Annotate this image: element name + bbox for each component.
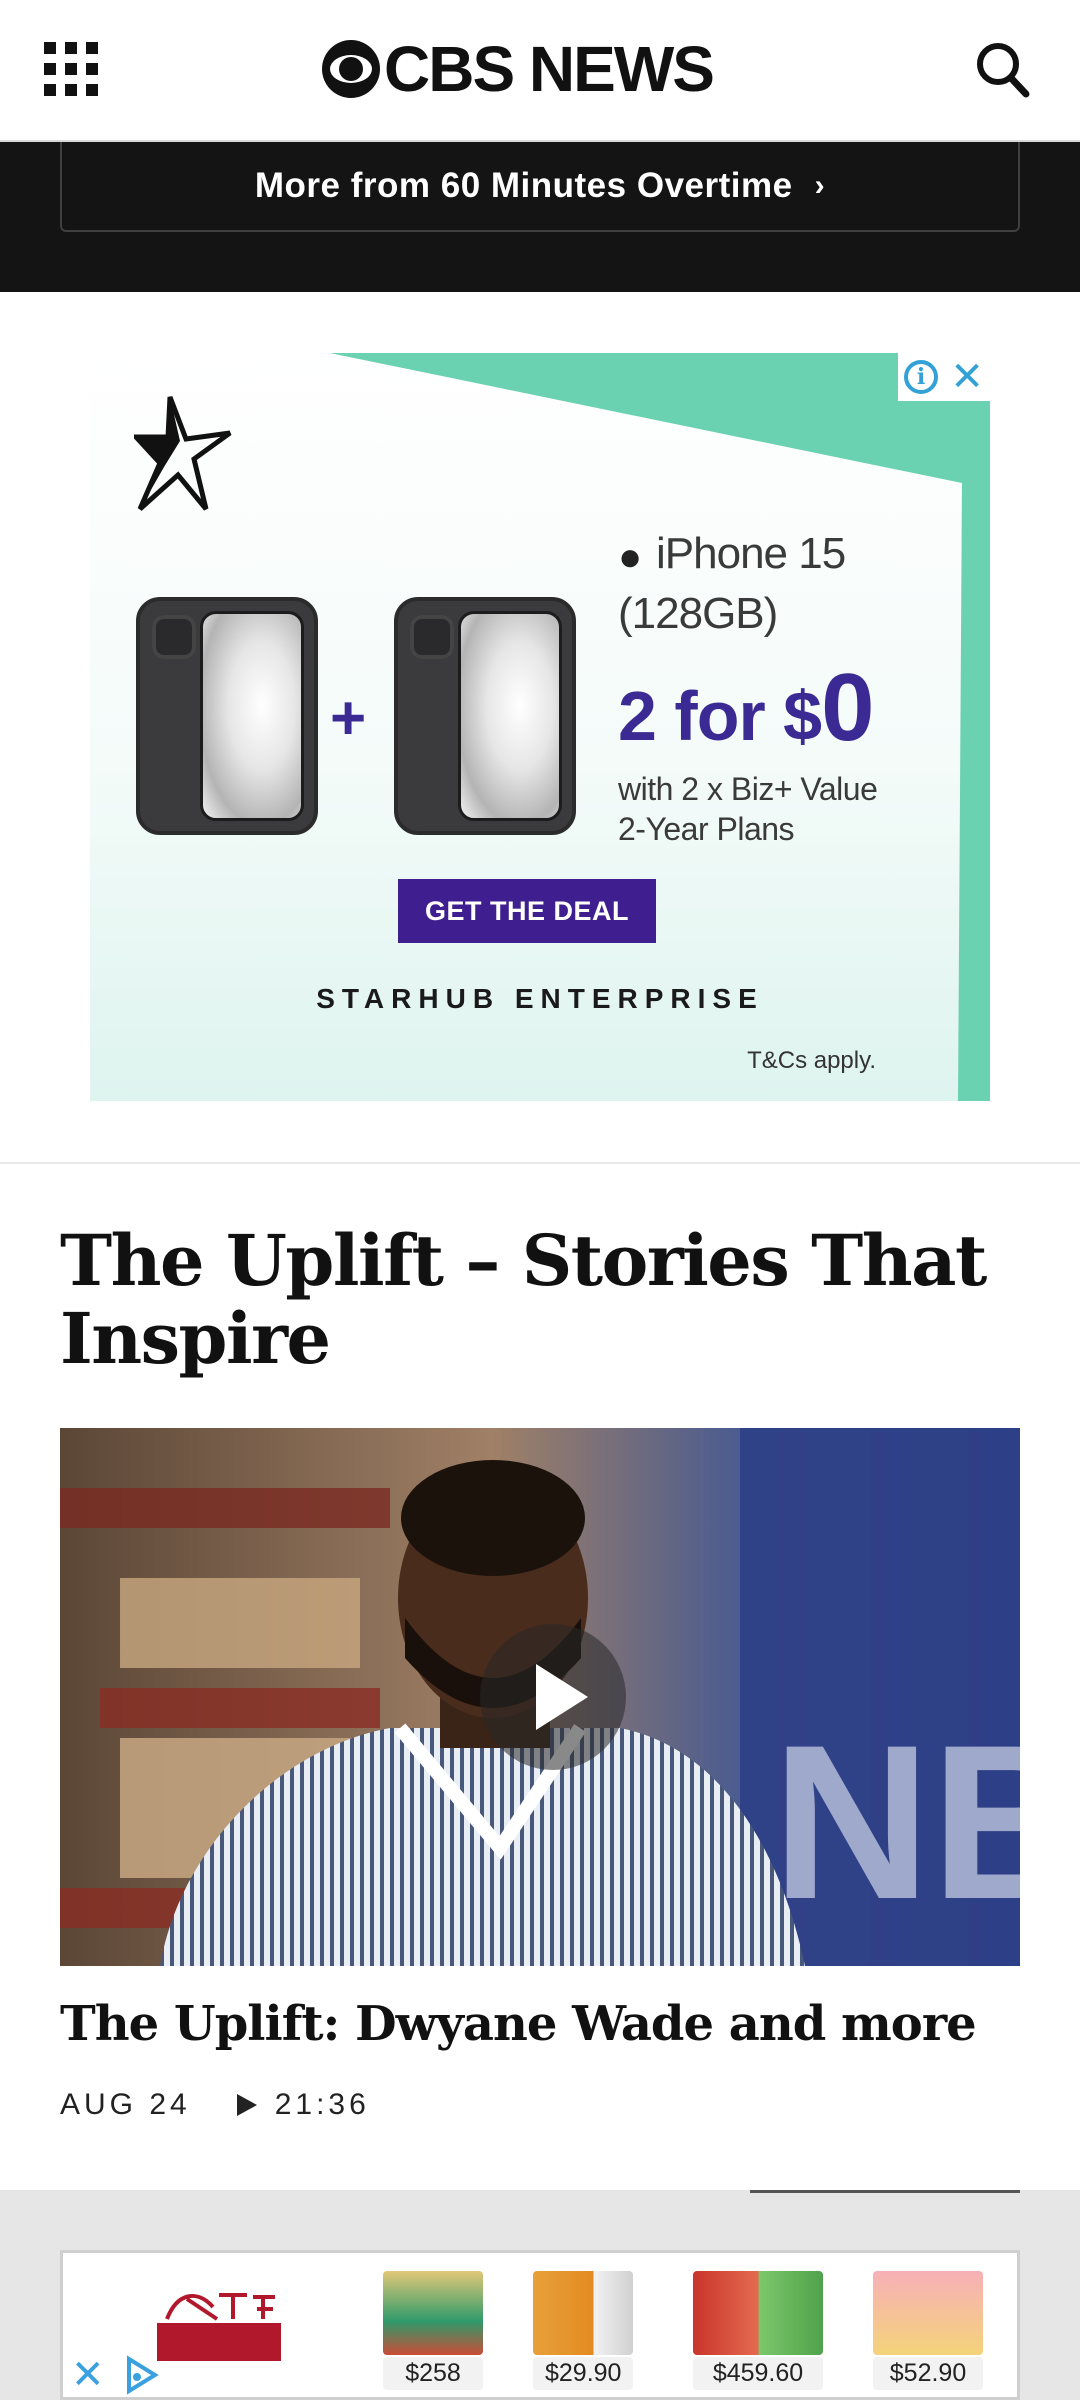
ad-offer-zero: 0: [821, 654, 874, 761]
divider: [750, 2190, 1020, 2193]
info-icon[interactable]: i: [904, 360, 939, 394]
more-from-overtime-button[interactable]: More from 60 Minutes Overtime ›: [60, 142, 1020, 232]
product-1[interactable]: $258: [383, 2271, 483, 2390]
ad-advertiser: STARHUB ENTERPRISE: [316, 983, 764, 1014]
ad-info-controls: i ✕: [898, 353, 990, 401]
brand-name: CBS NEWS: [384, 33, 715, 105]
adchoices-icon[interactable]: [121, 2355, 161, 2395]
ad-plan-line-1: with 2 x Biz+ Value: [618, 771, 878, 807]
top-app-bar: CBS NEWS: [0, 0, 1080, 142]
menu-grid-icon[interactable]: [44, 42, 98, 96]
eu-yan-sang-logo: [157, 2293, 281, 2361]
video-title[interactable]: The Uplift: Dwyane Wade and more: [60, 1996, 977, 2052]
overtime-strip: More from 60 Minutes Overtime ›: [0, 142, 1080, 292]
cbs-eye-icon: [322, 40, 380, 98]
ad-capacity: (128GB): [618, 589, 778, 638]
search-icon[interactable]: [974, 40, 1030, 98]
plus-sign: +: [330, 684, 367, 753]
svg-text:NB: NB: [772, 1699, 1020, 1945]
section-title[interactable]: The Uplift – Stories That Inspire: [60, 1222, 1020, 1378]
play-icon[interactable]: [480, 1624, 626, 1770]
video-date: AUG 24: [60, 2088, 191, 2121]
ad-offer-prefix: 2 for $: [618, 677, 822, 755]
product-price: $258: [383, 2357, 483, 2390]
chevron-right-icon: ›: [814, 169, 826, 202]
close-icon[interactable]: ✕: [950, 357, 984, 397]
product-price: $29.90: [533, 2357, 634, 2390]
play-small-icon: [236, 2094, 257, 2116]
starhub-star-logo: [134, 396, 232, 511]
bottom-ad-area: $258 $29.90 $459.60 $52.90 ✕: [0, 2190, 1080, 2400]
video-duration: 21:36: [274, 2088, 370, 2121]
product-4[interactable]: $52.90: [873, 2271, 983, 2390]
product-2[interactable]: $29.90: [533, 2271, 634, 2390]
ad-terms: T&Cs apply.: [747, 1047, 876, 1074]
get-the-deal-button[interactable]: GET THE DEAL: [398, 879, 656, 943]
close-ad-icon[interactable]: ✕: [71, 2355, 105, 2395]
product-3[interactable]: $459.60: [693, 2271, 823, 2390]
starhub-ad[interactable]: i ✕ + ● iPhone 15 (128GB) 2 for $0 with …: [90, 353, 990, 1101]
product-price: $52.90: [873, 2357, 983, 2390]
ad-plan-line-2: 2-Year Plans: [618, 811, 795, 847]
ad-product-name: iPhone 15: [656, 529, 846, 578]
product-price: $459.60: [693, 2357, 823, 2390]
eu-yan-sang-banner-ad[interactable]: $258 $29.90 $459.60 $52.90 ✕: [60, 2250, 1020, 2400]
video-thumbnail[interactable]: NB: [60, 1428, 1020, 1966]
ad-offer: 2 for $0: [618, 653, 874, 763]
ad-section: i ✕ + ● iPhone 15 (128GB) 2 for $0 with …: [0, 292, 1080, 1164]
more-from-overtime-label: More from 60 Minutes Overtime: [254, 166, 793, 205]
cbs-news-logo[interactable]: CBS NEWS: [322, 30, 715, 108]
apple-icon: ●: [618, 535, 643, 579]
video-meta: AUG 24 21:36: [60, 2088, 370, 2122]
iphone-image-right: [394, 597, 576, 835]
iphone-image-left: [136, 597, 318, 835]
